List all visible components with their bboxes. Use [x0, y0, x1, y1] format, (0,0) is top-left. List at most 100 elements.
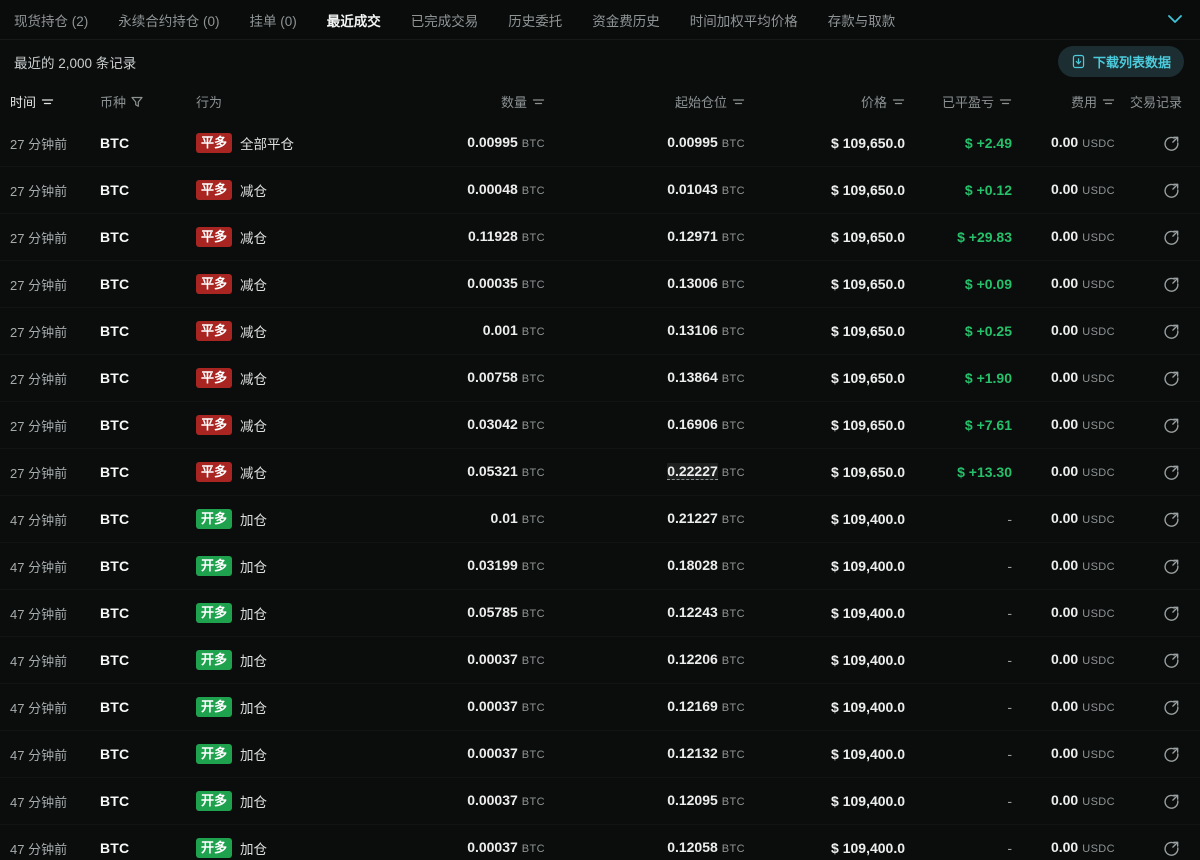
direction-badge: 开多 [196, 649, 233, 671]
price-cell: $ 109,400.0 [831, 558, 905, 574]
tab-7[interactable]: 时间加权平均价格 [690, 10, 798, 30]
direction-badge: 开多 [196, 555, 233, 577]
coin-cell[interactable]: BTC [100, 229, 196, 245]
coin-cell[interactable]: BTC [100, 370, 196, 386]
start-unit: BTC [721, 749, 745, 761]
direction-badge: 开多 [196, 508, 233, 530]
size-unit: BTC [521, 326, 545, 338]
size-unit: BTC [521, 232, 545, 244]
collapse-panel-button[interactable] [1164, 11, 1186, 28]
coin-cell[interactable]: BTC [100, 746, 196, 762]
external-link-icon [1164, 841, 1179, 856]
size-unit: BTC [521, 843, 545, 855]
direction-badge: 开多 [196, 790, 233, 812]
coin-cell[interactable]: BTC [100, 699, 196, 715]
external-link-button[interactable] [1161, 180, 1182, 201]
external-link-button[interactable] [1161, 697, 1182, 718]
column-header-3[interactable]: 数量 [410, 92, 545, 111]
action-label: 加仓 [240, 607, 268, 622]
external-link-button[interactable] [1161, 556, 1182, 577]
table-row: 47 分钟前 BTC 开多 加仓 0.01 BTC 0.21227 BTC $ 10… [0, 496, 1200, 543]
size-unit: BTC [521, 514, 545, 526]
price-cell: $ 109,650.0 [831, 464, 905, 480]
size-unit: BTC [521, 702, 545, 714]
column-header-1[interactable]: 币种 [100, 92, 196, 111]
size-cell: 0.03199 BTC [467, 557, 545, 573]
column-header-7[interactable]: 费用 [1012, 92, 1115, 111]
coin-cell[interactable]: BTC [100, 840, 196, 856]
closed-pnl-cell: - [1007, 558, 1012, 574]
closed-pnl-cell: $ +29.83 [957, 229, 1012, 245]
coin-cell[interactable]: BTC [100, 135, 196, 151]
action-cell: 平多 减仓 [196, 179, 410, 201]
column-header-5[interactable]: 价格 [745, 92, 905, 111]
fee-cell: 0.00 USDC [1050, 275, 1115, 291]
download-list-button[interactable]: 下载列表数据 [1057, 46, 1184, 77]
action-label: 减仓 [240, 184, 268, 199]
start-position-cell: 0.12169 BTC [667, 698, 745, 714]
closed-pnl-cell: - [1007, 746, 1012, 762]
external-link-button[interactable] [1161, 744, 1182, 765]
external-link-button[interactable] [1161, 321, 1182, 342]
trade-record-cell [1115, 603, 1182, 624]
trade-record-cell [1115, 227, 1182, 248]
external-link-button[interactable] [1161, 227, 1182, 248]
closed-pnl-cell: - [1007, 605, 1012, 621]
action-label: 全部平仓 [240, 137, 295, 152]
tab-0[interactable]: 现货持仓 (2) [14, 10, 88, 30]
external-link-button[interactable] [1161, 838, 1182, 859]
coin-cell[interactable]: BTC [100, 558, 196, 574]
external-link-button[interactable] [1161, 274, 1182, 295]
size-unit: BTC [521, 420, 545, 432]
external-link-button[interactable] [1161, 791, 1182, 812]
start-position-cell: 0.12243 BTC [667, 604, 745, 620]
fee-unit: USDC [1082, 467, 1115, 479]
external-link-button[interactable] [1161, 650, 1182, 671]
coin-cell[interactable]: BTC [100, 417, 196, 433]
coin-cell[interactable]: BTC [100, 464, 196, 480]
external-link-button[interactable] [1161, 462, 1182, 483]
column-header-6[interactable]: 已平盈亏 [905, 92, 1012, 111]
fee-unit: USDC [1082, 702, 1115, 714]
tab-8[interactable]: 存款与取款 [828, 10, 896, 30]
external-link-button[interactable] [1161, 133, 1182, 154]
tab-6[interactable]: 资金费历史 [592, 10, 660, 30]
tab-1[interactable]: 永续合约持仓 (0) [118, 10, 219, 30]
trade-record-cell [1115, 368, 1182, 389]
price-cell: $ 109,400.0 [831, 793, 905, 809]
coin-cell[interactable]: BTC [100, 511, 196, 527]
external-link-icon [1164, 512, 1179, 527]
fee-cell: 0.00 USDC [1050, 322, 1115, 338]
price-cell: $ 109,400.0 [831, 746, 905, 762]
column-header-0[interactable]: 时间 [10, 92, 100, 111]
external-link-icon [1164, 747, 1179, 762]
column-header-4[interactable]: 起始仓位 [545, 92, 745, 111]
external-link-button[interactable] [1161, 603, 1182, 624]
tab-2[interactable]: 挂单 (0) [250, 10, 297, 30]
external-link-button[interactable] [1161, 415, 1182, 436]
column-header-2[interactable]: 行为 [196, 92, 410, 111]
tab-4[interactable]: 已完成交易 [411, 10, 479, 30]
table-row: 27 分钟前 BTC 平多 减仓 0.00048 BTC 0.01043 BTC $… [0, 167, 1200, 214]
coin-cell[interactable]: BTC [100, 605, 196, 621]
fills-table: 27 分钟前 BTC 平多 全部平仓 0.00995 BTC 0.00995 BTC… [0, 120, 1200, 860]
sort-icon [41, 99, 54, 105]
coin-cell[interactable]: BTC [100, 652, 196, 668]
column-header-8[interactable]: 交易记录 [1115, 92, 1182, 111]
time-cell: 27 分钟前 [10, 371, 68, 387]
coin-cell[interactable]: BTC [100, 323, 196, 339]
download-list-label: 下载列表数据 [1092, 55, 1171, 70]
table-row: 27 分钟前 BTC 平多 减仓 0.05321 BTC 0.22227 BTC $… [0, 449, 1200, 496]
external-link-button[interactable] [1161, 368, 1182, 389]
external-link-icon [1164, 465, 1179, 480]
tab-3-active[interactable]: 最近成交 [327, 10, 381, 30]
external-link-button[interactable] [1161, 509, 1182, 530]
coin-cell[interactable]: BTC [100, 276, 196, 292]
tab-5[interactable]: 历史委托 [508, 10, 562, 30]
start-position-cell: 0.12058 BTC [667, 839, 745, 855]
fee-cell: 0.00 USDC [1050, 604, 1115, 620]
start-unit: BTC [721, 843, 745, 855]
coin-cell[interactable]: BTC [100, 793, 196, 809]
action-cell: 开多 加仓 [196, 555, 410, 577]
coin-cell[interactable]: BTC [100, 182, 196, 198]
